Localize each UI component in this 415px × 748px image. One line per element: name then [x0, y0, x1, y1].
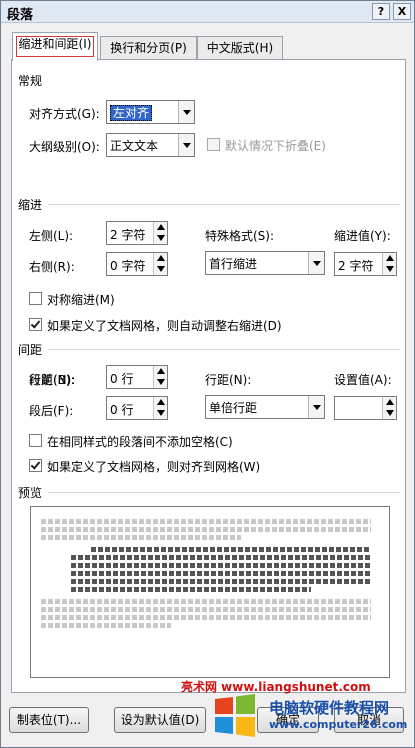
preview-prev-paragraph: [41, 519, 371, 524]
outline-level-value: 正文文本: [110, 139, 159, 153]
tabs-button[interactable]: 制表位(T)...: [9, 707, 89, 733]
spin-up-icon[interactable]: [386, 399, 394, 405]
chevron-down-icon[interactable]: [178, 134, 194, 156]
preview-next-paragraph: [41, 607, 371, 612]
tab-label: 换行和分页(P): [110, 41, 187, 55]
tab-line-page-breaks[interactable]: 换行和分页(P): [100, 36, 197, 60]
tab-panel: 常规 对齐方式(G): 左对齐 大纲级别(O): 正文文本 默认情况下折叠(E)…: [11, 59, 406, 693]
spacing-before-label: 段前(B):: [29, 373, 75, 387]
line-spacing-at-label: 设置值(A):: [334, 373, 392, 387]
alignment-label: 对齐方式(G):: [29, 107, 100, 121]
preview-next-paragraph: [41, 615, 371, 620]
indent-by-spinner[interactable]: 2 字符: [334, 252, 397, 276]
preview-box: [30, 506, 390, 678]
set-default-button[interactable]: 设为默认值(D): [114, 707, 206, 733]
no-space-same-style-checkbox[interactable]: [29, 434, 42, 447]
preview-next-paragraph: [41, 599, 371, 604]
close-button[interactable]: X: [393, 3, 411, 20]
preview-current-paragraph: [71, 587, 311, 592]
outline-level-label: 大纲级别(O):: [29, 140, 100, 154]
indent-right-value: 0 字符: [110, 259, 146, 273]
spin-up-icon[interactable]: [386, 255, 394, 261]
tab-asian-typography[interactable]: 中文版式(H): [197, 36, 283, 60]
no-space-same-style-label: 在相同样式的段落间不添加空格(C): [47, 435, 233, 449]
indent-by-value: 2 字符: [338, 259, 374, 273]
preview-current-paragraph: [71, 579, 371, 584]
spin-down-icon[interactable]: [157, 410, 165, 416]
spin-up-icon[interactable]: [157, 224, 165, 230]
chevron-down-icon[interactable]: [178, 101, 194, 123]
spin-down-icon[interactable]: [157, 379, 165, 385]
tab-focus-outline: [16, 36, 94, 57]
section-general: 常规: [18, 74, 43, 88]
divider: [48, 492, 400, 493]
special-indent-value: 首行缩进: [209, 257, 258, 271]
preview-current-paragraph: [71, 571, 371, 576]
preview-prev-paragraph: [41, 535, 241, 540]
section-preview: 预览: [18, 486, 43, 500]
preview-current-paragraph: [71, 563, 371, 568]
spacing-after-value: 0 行: [110, 403, 134, 417]
auto-adjust-indent-checkbox[interactable]: [29, 318, 42, 331]
section-indentation: 缩进: [18, 198, 43, 212]
spin-down-icon[interactable]: [386, 410, 394, 416]
auto-adjust-indent-label: 如果定义了文档网格，则自动调整右缩进(D): [47, 319, 282, 333]
chevron-down-icon[interactable]: [308, 252, 324, 274]
watermark-liangshunet: 亮术网 www.liangshunet.com: [181, 680, 371, 694]
mirror-indents-checkbox[interactable]: [29, 292, 42, 305]
indent-right-label: 右侧(R):: [29, 260, 75, 274]
checkmark-icon: [30, 318, 41, 329]
spin-down-icon[interactable]: [157, 266, 165, 272]
alignment-select[interactable]: 左对齐: [106, 100, 195, 124]
preview-current-paragraph: [71, 555, 371, 560]
mirror-indents-label: 对称缩进(M): [47, 293, 115, 307]
spin-up-icon[interactable]: [157, 255, 165, 261]
spacing-after-spinner[interactable]: 0 行: [106, 396, 168, 420]
paragraph-dialog: 段落 ? X 缩进和间距(I) 换行和分页(P) 中文版式(H) 常规 对齐方式…: [0, 0, 415, 748]
indent-left-value: 2 字符: [110, 228, 146, 242]
spin-down-icon[interactable]: [386, 266, 394, 272]
alignment-value: 左对齐: [110, 105, 153, 121]
dialog-title: 段落: [7, 8, 34, 23]
divider: [48, 349, 400, 350]
snap-to-grid-checkbox[interactable]: [29, 459, 42, 472]
help-button[interactable]: ?: [372, 3, 390, 20]
line-spacing-at-spinner[interactable]: [334, 396, 397, 420]
indent-left-spinner[interactable]: 2 字符: [106, 221, 168, 245]
snap-to-grid-label: 如果定义了文档网格，则对齐到网格(W): [47, 460, 261, 474]
watermark-computer26-url: www.computer26.com: [269, 718, 408, 731]
special-indent-select[interactable]: 首行缩进: [205, 251, 325, 275]
title-bar: 段落 ? X: [1, 1, 414, 23]
outline-level-select[interactable]: 正文文本: [106, 133, 195, 157]
spin-down-icon[interactable]: [157, 235, 165, 241]
collapse-by-default-label: 默认情况下折叠(E): [225, 139, 326, 153]
spacing-before-value: 0 行: [110, 372, 134, 386]
line-spacing-label-text: 行距(N):: [205, 373, 252, 387]
windows-logo-icon: [215, 694, 255, 737]
section-spacing: 间距: [18, 343, 43, 357]
tab-label: 中文版式(H): [206, 41, 274, 55]
watermark-computer26-title: 电脑软硬件教程网: [269, 699, 390, 717]
indent-right-spinner[interactable]: 0 字符: [106, 252, 168, 276]
line-spacing-value: 单倍行距: [209, 401, 258, 415]
spacing-after-label: 段后(F):: [29, 404, 74, 418]
spin-up-icon[interactable]: [157, 399, 165, 405]
special-indent-label: 特殊格式(S):: [205, 229, 275, 243]
indent-left-label: 左侧(L):: [29, 229, 74, 243]
spin-up-icon[interactable]: [157, 368, 165, 374]
divider: [48, 204, 400, 205]
spacing-before-spinner[interactable]: 0 行: [106, 365, 168, 389]
preview-current-paragraph: [91, 547, 371, 552]
preview-prev-paragraph: [41, 527, 371, 532]
tab-indent-spacing[interactable]: 缩进和间距(I): [12, 32, 98, 61]
checkmark-icon: [30, 459, 41, 470]
indent-by-label: 缩进值(Y):: [334, 229, 391, 243]
line-spacing-select[interactable]: 单倍行距: [205, 395, 325, 419]
preview-next-paragraph: [41, 623, 171, 628]
chevron-down-icon[interactable]: [308, 396, 324, 418]
collapse-by-default-checkbox[interactable]: [207, 138, 220, 151]
